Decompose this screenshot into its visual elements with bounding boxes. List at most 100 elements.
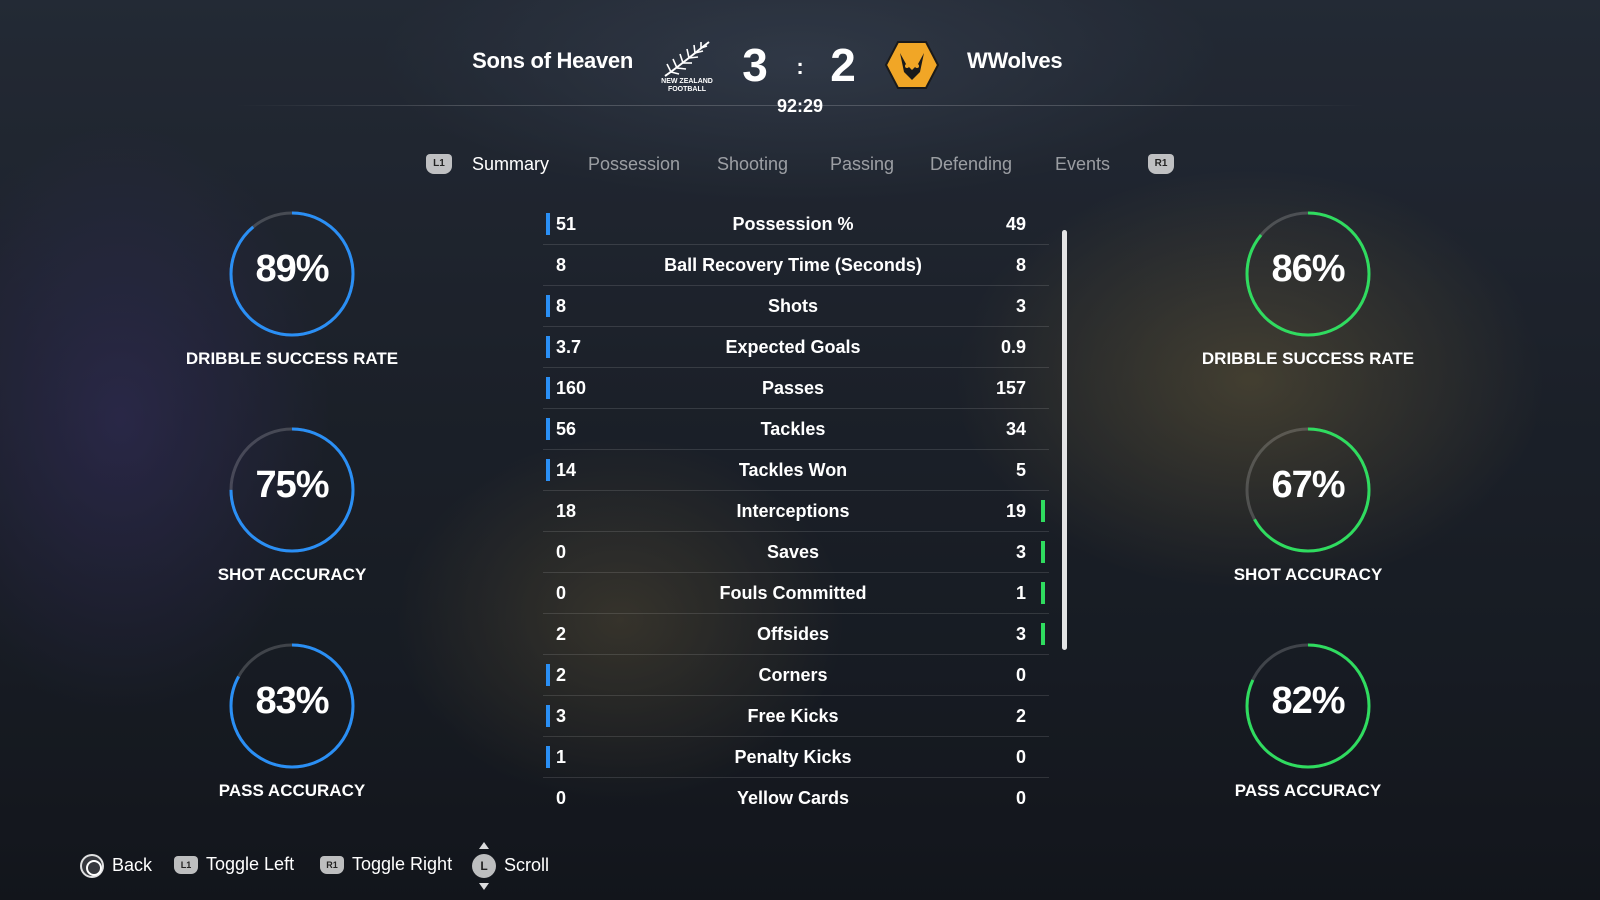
r1-bumper-icon[interactable]: R1	[1148, 154, 1174, 174]
toggle-right-button[interactable]: R1 Toggle Right	[320, 854, 452, 875]
away-lead-bar	[1041, 623, 1045, 645]
tab-shooting[interactable]: Shooting	[717, 154, 788, 175]
stat-row: 8 Shots 3	[543, 287, 1049, 327]
away-lead-bar	[1041, 541, 1045, 563]
left-stick-icon: L	[472, 842, 496, 890]
stat-row: 56 Tackles 34	[543, 410, 1049, 450]
away-shot-label: SHOT ACCURACY	[1233, 565, 1383, 584]
home-score: 3	[742, 39, 768, 91]
arrow-down-icon	[479, 883, 489, 890]
home-stat-value: 0	[556, 542, 567, 562]
home-stat-value: 3.7	[556, 337, 582, 357]
stat-label: Passes	[761, 378, 825, 398]
home-stat-value: 14	[556, 460, 577, 480]
home-stat-value: 0	[556, 788, 567, 808]
home-stat-value: 3	[556, 706, 567, 726]
l1-bumper-icon[interactable]: L1	[426, 154, 452, 174]
scoreboard: Sons of Heaven NEW ZEALAND FOOTBALL 3 : …	[0, 0, 1600, 120]
home-lead-bar	[546, 336, 550, 358]
home-shot-label: SHOT ACCURACY	[217, 565, 367, 584]
home-stat-value: 8	[556, 255, 567, 275]
scroll-control[interactable]: L Scroll	[472, 842, 549, 890]
home-dribble-value: 89%	[255, 248, 329, 290]
away-stat-value: 3	[1015, 296, 1026, 316]
away-shot-value: 67%	[1271, 464, 1345, 506]
match-clock: 92:29	[776, 96, 824, 116]
away-dribble-value: 86%	[1271, 248, 1345, 290]
stat-label: Fouls Committed	[719, 583, 867, 603]
stat-row: 18 Interceptions 19	[543, 492, 1049, 532]
home-lead-bar	[546, 418, 550, 440]
home-team-name: Sons of Heaven	[472, 48, 633, 73]
home-lead-bar	[546, 213, 550, 235]
away-stat-value: 0	[1015, 788, 1026, 808]
stat-row: 8 Ball Recovery Time (Seconds) 8	[543, 246, 1049, 286]
stat-label: Yellow Cards	[736, 788, 850, 808]
away-pass-value: 82%	[1271, 680, 1345, 722]
home-stat-value: 18	[556, 501, 577, 521]
controls-footer: Back L1 Toggle Left R1 Toggle Right L Scro…	[0, 840, 1600, 890]
away-pass-ring: 82%	[1242, 640, 1374, 772]
stat-row: 3.7 Expected Goals 0.9	[543, 328, 1049, 368]
home-lead-bar	[546, 459, 550, 481]
home-lead-bar	[546, 705, 550, 727]
stat-row: 2 Corners 0	[543, 656, 1049, 696]
away-stat-value: 157	[995, 378, 1026, 398]
away-team-name: WWolves	[967, 48, 1063, 73]
stat-label: Free Kicks	[747, 706, 839, 726]
stat-row: 0 Saves 3	[543, 533, 1049, 573]
home-pass-ring: 83%	[226, 640, 358, 772]
home-lead-bar	[546, 377, 550, 399]
away-stat-value: 1	[1015, 583, 1026, 603]
away-stat-value: 5	[1015, 460, 1026, 480]
away-score: 2	[830, 39, 856, 91]
stat-label: Tackles	[760, 419, 826, 439]
tab-possession[interactable]: Possession	[588, 154, 680, 175]
stats-scrollbar-thumb[interactable]	[1062, 230, 1067, 650]
home-lead-bar	[546, 746, 550, 768]
away-lead-bar	[1041, 500, 1045, 522]
stat-label: Saves	[766, 542, 820, 562]
home-stat-value: 51	[556, 214, 577, 234]
away-stat-value: 3	[1015, 624, 1026, 644]
home-shot-value: 75%	[255, 464, 329, 506]
circle-button-icon	[80, 854, 104, 878]
stat-label: Shots	[767, 296, 818, 316]
home-lead-bar	[546, 664, 550, 686]
fern-icon: NEW ZEALAND FOOTBALL	[657, 38, 717, 96]
stat-label: Possession %	[732, 214, 854, 234]
home-pass-value: 83%	[255, 680, 329, 722]
toggle-left-label: Toggle Left	[206, 854, 295, 874]
away-pass-label: PASS ACCURACY	[1234, 781, 1382, 800]
home-stat-value: 1	[556, 747, 567, 767]
home-dribble-label: DRIBBLE SUCCESS RATE	[185, 349, 399, 368]
away-stat-value: 0	[1015, 665, 1026, 685]
home-lead-bar	[546, 295, 550, 317]
home-shot-ring: 75%	[226, 424, 358, 556]
away-stat-value: 34	[1005, 419, 1026, 439]
stat-label: Offsides	[756, 624, 830, 644]
toggle-left-button[interactable]: L1 Toggle Left	[174, 854, 294, 875]
stat-row: 0 Yellow Cards 0	[543, 779, 1049, 819]
stat-row: 160 Passes 157	[543, 369, 1049, 409]
away-stat-value: 49	[1005, 214, 1026, 234]
stat-label: Tackles Won	[738, 460, 848, 480]
tab-defending[interactable]: Defending	[930, 154, 1012, 175]
back-button[interactable]: Back	[80, 854, 152, 878]
tab-events[interactable]: Events	[1055, 154, 1110, 175]
stat-row: 14 Tackles Won 5	[543, 451, 1049, 491]
header-divider	[235, 105, 1365, 106]
home-stat-value: 8	[556, 296, 567, 316]
wolf-icon	[884, 40, 940, 90]
away-dribble-label: DRIBBLE SUCCESS RATE	[1201, 349, 1415, 368]
home-stat-value: 2	[556, 665, 567, 685]
stat-label: Corners	[758, 665, 828, 685]
home-pass-label: PASS ACCURACY	[218, 781, 366, 800]
away-shot-ring: 67%	[1242, 424, 1374, 556]
tab-summary[interactable]: Summary	[472, 154, 549, 175]
away-stat-value: 3	[1015, 542, 1026, 562]
stat-row: 2 Offsides 3	[543, 615, 1049, 655]
away-stat-value: 2	[1015, 706, 1026, 726]
tab-passing[interactable]: Passing	[830, 154, 894, 175]
away-stat-value: 0.9	[1000, 337, 1026, 357]
